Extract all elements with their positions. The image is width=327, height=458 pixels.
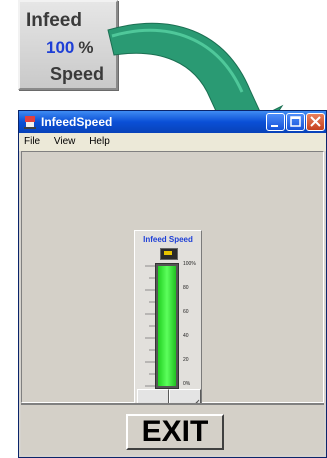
infeed-speed-shortcut-button[interactable]: Infeed 100% Speed <box>18 0 118 90</box>
maximize-button[interactable] <box>286 113 305 131</box>
menu-bar: File View Help <box>19 133 326 151</box>
speed-value: 100% <box>46 38 94 58</box>
menu-file[interactable]: File <box>24 136 40 147</box>
close-icon <box>310 116 321 127</box>
exit-button-label: EXIT <box>141 415 209 448</box>
infeedspeed-window: InfeedSpeed File View Help Infeed Speed <box>18 110 327 458</box>
bottom-bar: EXIT <box>21 403 324 455</box>
app-icon <box>24 116 36 129</box>
menu-help[interactable]: Help <box>89 136 110 147</box>
window-title: InfeedSpeed <box>41 115 113 129</box>
title-bar[interactable]: InfeedSpeed <box>19 111 326 133</box>
scale-label: 20 <box>183 357 189 363</box>
menu-view[interactable]: View <box>54 136 76 147</box>
scale-label: 0% <box>183 381 191 387</box>
gauge-scale: 100% 80 60 40 20 0% <box>183 261 203 391</box>
gauge-title: Infeed Speed <box>143 235 193 244</box>
gauge-indicator-led <box>160 248 178 260</box>
close-button[interactable] <box>306 113 325 131</box>
client-area: Infeed Speed 100% 80 60 40 20 0% <box>21 151 324 440</box>
minimize-icon <box>271 125 278 127</box>
scale-label: 60 <box>183 309 189 315</box>
speed-label: Speed <box>50 64 105 84</box>
speed-value-unit: % <box>78 38 94 57</box>
exit-button[interactable]: EXIT <box>126 414 224 450</box>
gauge-ticks <box>145 265 155 387</box>
maximize-icon <box>290 116 301 127</box>
minimize-button[interactable] <box>266 113 285 131</box>
scale-label: 80 <box>183 285 189 291</box>
speed-bar-fill <box>158 266 176 386</box>
speed-bar-track <box>155 263 179 389</box>
infeed-label: Infeed <box>26 10 82 31</box>
scale-label: 40 <box>183 333 189 339</box>
speed-value-number: 100 <box>46 38 75 57</box>
scale-label: 100% <box>183 261 196 267</box>
